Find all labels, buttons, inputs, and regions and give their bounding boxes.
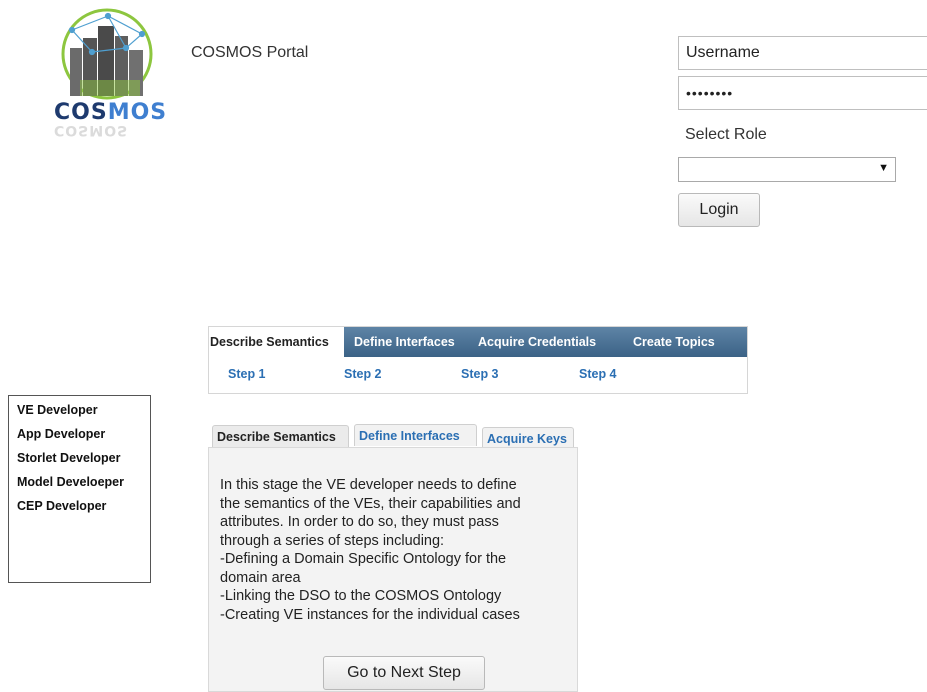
description-line: domain area (220, 569, 301, 586)
description-line: -Creating VE instances for the individua… (220, 606, 520, 623)
wizard-tab-define-interfaces[interactable]: Define Interfaces (354, 327, 455, 357)
tab-acquire-keys[interactable]: Acquire Keys (482, 427, 574, 449)
role-item-cep-developer[interactable]: CEP Developer (17, 499, 106, 513)
wizard-step-3[interactable]: Step 3 (461, 367, 499, 381)
wizard-tab-create-topics[interactable]: Create Topics (633, 327, 715, 357)
role-item-storlet-developer[interactable]: Storlet Developer (17, 451, 121, 465)
role-item-ve-developer[interactable]: VE Developer (17, 403, 98, 417)
username-input[interactable] (678, 36, 927, 70)
tab-describe-semantics[interactable]: Describe Semantics (212, 425, 349, 447)
description-line: -Defining a Domain Specific Ontology for… (220, 551, 507, 567)
tab-define-interfaces[interactable]: Define Interfaces (354, 424, 477, 446)
description-line: the semantics of the VEs, their capabili… (220, 495, 521, 512)
description-line: attributes. In order to do so, they must… (220, 514, 499, 530)
developer-role-list: VE Developer App Developer Storlet Devel… (8, 395, 151, 583)
wizard-tab-describe-semantics[interactable]: Describe Semantics (209, 327, 344, 358)
role-select[interactable]: ▼ (678, 157, 896, 182)
wizard-step-2[interactable]: Step 2 (344, 367, 382, 381)
description-line: -Linking the DSO to the COSMOS Ontology (220, 588, 502, 604)
logo-reflection: COSMOS (54, 122, 128, 138)
logo-reflection-part-1: COS (54, 122, 90, 138)
stage-description: In this stage the VE developer needs to … (220, 476, 565, 624)
select-role-label: Select Role (685, 126, 767, 143)
wizard-step-1[interactable]: Step 1 (228, 367, 266, 381)
wizard-steps: Describe Semantics Define Interfaces Acq… (208, 326, 748, 394)
wizard-tab-acquire-credentials[interactable]: Acquire Credentials (478, 327, 596, 357)
cosmos-logo: COSMOS COSMOS (50, 8, 170, 138)
login-button[interactable]: Login (678, 193, 760, 227)
password-input[interactable] (678, 76, 927, 110)
dropdown-arrow-icon: ▼ (878, 162, 889, 174)
wizard-step-4[interactable]: Step 4 (579, 367, 617, 381)
role-item-model-developer[interactable]: Model Develoeper (17, 475, 124, 489)
next-step-button[interactable]: Go to Next Step (323, 656, 485, 690)
portal-title: COSMOS Portal (191, 44, 309, 61)
description-line: through a series of steps including: (220, 532, 445, 549)
globe-city-icon (61, 8, 153, 100)
logo-reflection-part-2: MOS (89, 122, 129, 138)
description-line: In this stage the VE developer needs to … (220, 477, 517, 493)
role-item-app-developer[interactable]: App Developer (17, 427, 105, 441)
